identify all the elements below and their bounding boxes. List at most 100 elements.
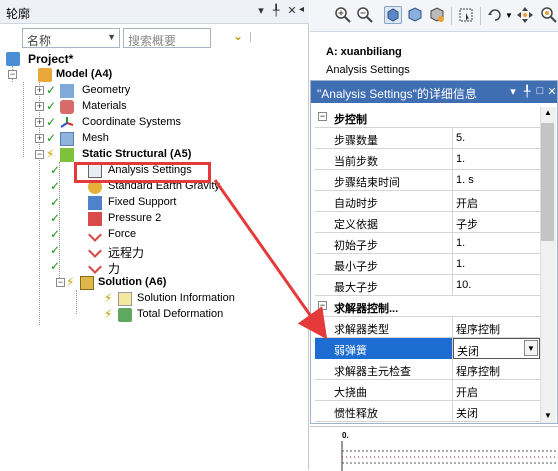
select-value: 关闭 — [457, 346, 479, 358]
tree-label: Materials — [82, 100, 127, 112]
chevron-down-icon[interactable]: ▼ — [524, 340, 538, 356]
close-icon[interactable]: ✕ — [285, 4, 299, 18]
details-row[interactable]: 最大子步 10. — [315, 275, 540, 296]
row-value[interactable]: 5. — [453, 128, 540, 149]
lightning-check-icon: ⚡ — [66, 275, 75, 289]
divider — [250, 32, 264, 42]
section-icon[interactable] — [428, 6, 446, 24]
row-value[interactable]: 开启 — [453, 191, 540, 212]
collapse-left-icon[interactable]: ◂ — [299, 4, 304, 15]
expand-icon[interactable]: + — [35, 118, 44, 127]
lightning-check-icon: ⚡ — [104, 291, 113, 305]
solution-icon — [80, 276, 94, 290]
solution-information-icon — [118, 292, 132, 306]
collapse-icon[interactable]: − — [56, 278, 65, 287]
details-row[interactable]: 求解器主元检查 程序控制 — [315, 359, 540, 380]
mesh-icon — [60, 132, 74, 146]
details-row[interactable]: 大挠曲 开启 — [315, 380, 540, 401]
details-row[interactable]: 步骤数量 5. — [315, 128, 540, 149]
collapse-icon[interactable]: − — [35, 150, 44, 159]
tree-label: Pressure 2 — [108, 212, 162, 224]
coordinate-systems-icon — [60, 116, 74, 130]
pin-icon[interactable]: ╀ — [269, 4, 283, 18]
check-icon: ✓ — [50, 243, 61, 257]
row-value[interactable]: 关闭 — [453, 401, 540, 422]
details-row[interactable]: 初始子步 1. — [315, 233, 540, 254]
row-key: 最大子步 — [315, 275, 453, 296]
outline-panel: 轮廓 ▾ ╀ ✕ ◂ 名称 ▼ 搜索概要 ⌄ Project* − Model … — [0, 0, 309, 470]
tree-label: Force — [108, 228, 137, 240]
tree-label: Solution (A6) — [98, 276, 167, 288]
filter-chevron-icon[interactable]: ⌄ — [233, 29, 243, 43]
details-row[interactable]: 当前步数 1. — [315, 149, 540, 170]
check-icon: ✓ — [46, 99, 57, 113]
scroll-up-icon[interactable]: ▲ — [544, 108, 552, 117]
row-key: 定义依据 — [315, 212, 453, 233]
pin-icon[interactable]: ╀ — [521, 85, 533, 99]
name-combo-value: 名称 — [27, 34, 52, 48]
row-key: 求解器主元检查 — [315, 359, 453, 380]
lightning-check-icon: ⚡ — [104, 307, 113, 321]
graph-axis-label: 0. — [342, 431, 349, 440]
select-icon[interactable] — [457, 6, 475, 24]
pin-dropdown-icon[interactable]: ▾ — [254, 4, 268, 18]
fixed-support-icon — [88, 196, 102, 210]
row-value[interactable]: 程序控制 — [453, 317, 540, 338]
row-key: 惯性释放 — [315, 401, 453, 422]
row-value[interactable]: 1. — [453, 254, 540, 275]
row-value[interactable]: 子步 — [453, 212, 540, 233]
check-icon: ✓ — [50, 211, 61, 225]
row-value[interactable]: 开启 — [453, 380, 540, 401]
details-row[interactable]: 惯性释放 关闭 — [315, 401, 540, 422]
pin-dropdown-icon[interactable]: ▾ — [507, 85, 519, 99]
scrollbar-thumb[interactable] — [541, 123, 554, 241]
header-subtitle: Analysis Settings — [326, 64, 410, 76]
check-icon: ✓ — [46, 83, 57, 97]
zoom-box-icon[interactable] — [540, 6, 558, 24]
section-solver-controls[interactable]: − 求解器控制... — [315, 296, 540, 317]
row-value[interactable]: 1. — [453, 149, 540, 170]
scroll-down-icon[interactable]: ▼ — [544, 411, 552, 420]
row-key: 步骤数量 — [315, 128, 453, 149]
details-row-selected[interactable]: 弱弹簧 关闭 ▼ — [315, 338, 540, 359]
details-row[interactable]: 步骤结束时间 1. s — [315, 170, 540, 191]
rotate-icon[interactable] — [486, 6, 504, 24]
toolbar-divider — [451, 7, 452, 25]
check-icon: ✓ — [50, 227, 61, 241]
expand-icon[interactable]: + — [35, 86, 44, 95]
model-icon — [38, 68, 52, 82]
tree-label: 力 — [108, 262, 121, 276]
box-icon[interactable] — [406, 6, 424, 24]
highlight-box — [74, 162, 211, 183]
name-combo[interactable]: 名称 ▼ — [22, 28, 120, 48]
chevron-down-icon[interactable]: ▼ — [505, 11, 513, 20]
details-title-bar: "Analysis Settings"的详细信息 ▾ ╀ □ ✕ — [311, 81, 557, 103]
details-row[interactable]: 定义依据 子步 — [315, 212, 540, 233]
row-value[interactable]: 1. — [453, 233, 540, 254]
close-icon[interactable]: ✕ — [546, 85, 558, 99]
expand-icon[interactable]: + — [35, 134, 44, 143]
details-row[interactable]: 自动时步 开启 — [315, 191, 540, 212]
row-value[interactable]: 1. s — [453, 170, 540, 191]
section-step-controls[interactable]: − 步控制 — [315, 107, 540, 128]
restore-icon[interactable]: □ — [534, 85, 546, 99]
row-key: 初始子步 — [315, 233, 453, 254]
pan-icon[interactable] — [516, 6, 534, 24]
search-input[interactable]: 搜索概要 — [123, 28, 211, 48]
row-value[interactable]: 程序控制 — [453, 359, 540, 380]
row-value[interactable]: 10. — [453, 275, 540, 296]
check-icon: ✓ — [50, 163, 61, 177]
outline-title: 轮廓 — [6, 7, 31, 21]
details-row[interactable]: 最小子步 1. — [315, 254, 540, 275]
pressure-icon — [88, 212, 102, 226]
tree-label: Geometry — [82, 84, 131, 96]
tree-label: Solution Information — [137, 292, 235, 304]
details-title: "Analysis Settings"的详细信息 — [317, 87, 477, 101]
zoom-out-icon[interactable] — [356, 6, 374, 24]
collapse-icon[interactable]: − — [8, 70, 17, 79]
zoom-in-icon[interactable] — [334, 6, 352, 24]
force-icon — [88, 228, 102, 242]
fit-box-icon[interactable] — [384, 6, 402, 24]
expand-icon[interactable]: + — [35, 102, 44, 111]
details-row[interactable]: 求解器类型 程序控制 — [315, 317, 540, 338]
